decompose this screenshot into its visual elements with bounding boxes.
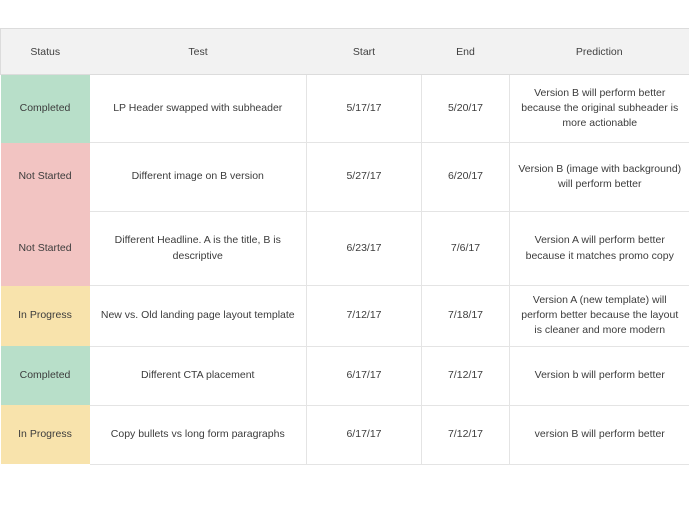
end-date-cell[interactable]: 7/18/17 <box>421 285 510 347</box>
prediction-cell[interactable]: Version A will perform better because it… <box>509 211 689 286</box>
table-row[interactable]: In Progress Copy bullets vs long form pa… <box>0 405 689 465</box>
column-header-start[interactable]: Start <box>306 28 422 75</box>
prediction-cell[interactable]: Version A (new template) will perform be… <box>509 285 689 347</box>
table-row[interactable]: Not Started Different image on B version… <box>0 142 689 212</box>
start-date-cell[interactable]: 6/17/17 <box>306 346 422 406</box>
test-name-cell[interactable]: Different Headline. A is the title, B is… <box>89 211 307 286</box>
end-date-cell[interactable]: 7/12/17 <box>421 405 510 465</box>
end-date-cell[interactable]: 6/20/17 <box>421 142 510 212</box>
status-badge[interactable]: Completed <box>0 74 90 143</box>
ab-test-table: Status Test Start End Prediction Complet… <box>0 28 689 465</box>
status-badge[interactable]: In Progress <box>0 285 90 347</box>
start-date-cell[interactable]: 6/23/17 <box>306 211 422 286</box>
table-header-row: Status Test Start End Prediction <box>0 28 689 75</box>
end-date-cell[interactable]: 7/12/17 <box>421 346 510 406</box>
status-badge[interactable]: Not Started <box>0 211 90 286</box>
start-date-cell[interactable]: 7/12/17 <box>306 285 422 347</box>
status-badge[interactable]: Not Started <box>0 142 90 212</box>
prediction-cell[interactable]: Version b will perform better <box>509 346 689 406</box>
test-name-cell[interactable]: Copy bullets vs long form paragraphs <box>89 405 307 465</box>
table-row[interactable]: Completed Different CTA placement 6/17/1… <box>0 346 689 406</box>
test-name-cell[interactable]: LP Header swapped with subheader <box>89 74 307 143</box>
test-name-cell[interactable]: Different image on B version <box>89 142 307 212</box>
page-root: Status Test Start End Prediction Complet… <box>0 0 689 518</box>
ab-test-table-container: Status Test Start End Prediction Complet… <box>0 28 689 465</box>
status-badge[interactable]: Completed <box>0 346 90 406</box>
start-date-cell[interactable]: 6/17/17 <box>306 405 422 465</box>
start-date-cell[interactable]: 5/17/17 <box>306 74 422 143</box>
test-name-cell[interactable]: Different CTA placement <box>89 346 307 406</box>
table-header: Status Test Start End Prediction <box>0 28 689 75</box>
test-name-cell[interactable]: New vs. Old landing page layout template <box>89 285 307 347</box>
column-header-status[interactable]: Status <box>0 28 90 75</box>
prediction-cell[interactable]: Version B will perform better because th… <box>509 74 689 143</box>
table-body: Completed LP Header swapped with subhead… <box>0 74 689 465</box>
column-header-test[interactable]: Test <box>89 28 307 75</box>
end-date-cell[interactable]: 7/6/17 <box>421 211 510 286</box>
column-header-prediction[interactable]: Prediction <box>509 28 689 75</box>
table-row[interactable]: In Progress New vs. Old landing page lay… <box>0 285 689 347</box>
prediction-cell[interactable]: Version B (image with background) will p… <box>509 142 689 212</box>
table-row[interactable]: Completed LP Header swapped with subhead… <box>0 74 689 143</box>
column-header-end[interactable]: End <box>421 28 510 75</box>
end-date-cell[interactable]: 5/20/17 <box>421 74 510 143</box>
prediction-cell[interactable]: version B will perform better <box>509 405 689 465</box>
table-row[interactable]: Not Started Different Headline. A is the… <box>0 211 689 286</box>
start-date-cell[interactable]: 5/27/17 <box>306 142 422 212</box>
status-badge[interactable]: In Progress <box>0 405 90 465</box>
